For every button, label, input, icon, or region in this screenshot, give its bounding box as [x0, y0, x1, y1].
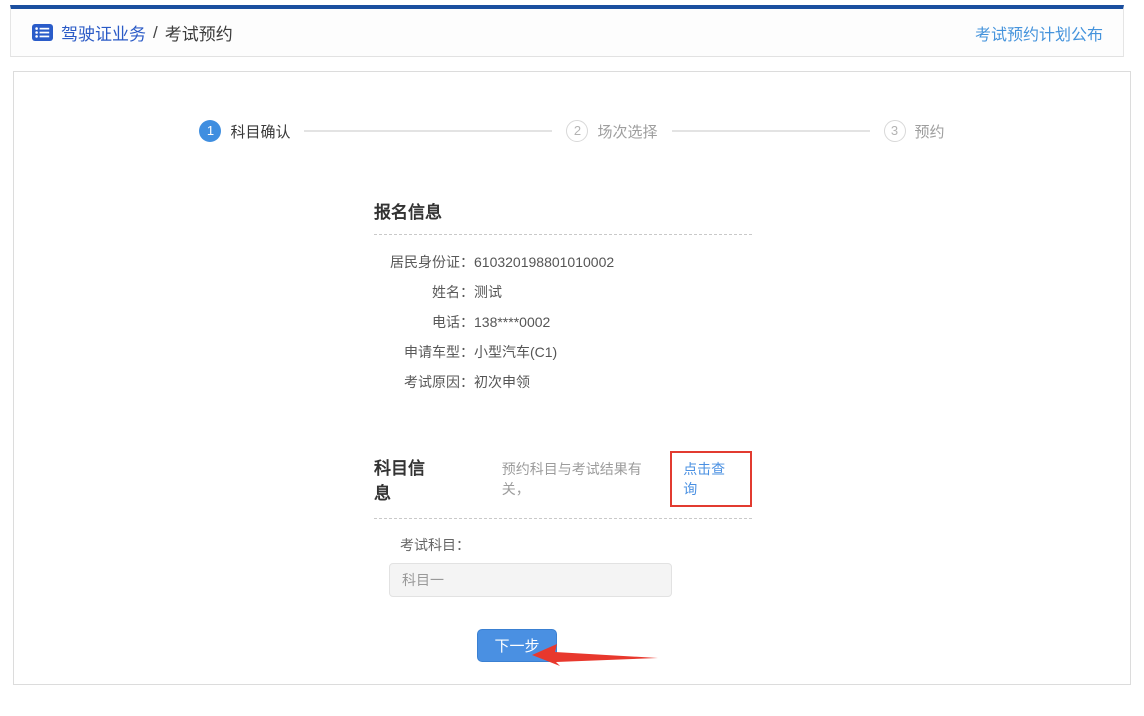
field-phone: 电话： 138****0002 [374, 307, 752, 337]
field-value: 138****0002 [474, 307, 550, 337]
step-3-circle: 3 [884, 120, 906, 142]
breadcrumb-separator: / [153, 23, 158, 43]
exam-plan-link[interactable]: 考试预约计划公布 [975, 21, 1103, 45]
step-appointment: 3 预约 [884, 120, 945, 142]
field-value: 测试 [474, 277, 502, 307]
subject-section-header: 科目信息 预约科目与考试结果有关， 点击查询 [374, 451, 752, 519]
form-content: 报名信息 居民身份证： 610320198801010002 姓名： 测试 电话… [374, 198, 752, 669]
step-2-label: 场次选择 [597, 121, 657, 142]
field-value: 小型汽车(C1) [474, 337, 557, 367]
registration-section-header: 报名信息 [374, 198, 752, 235]
step-connector [304, 130, 552, 132]
subject-section: 科目信息 预约科目与考试结果有关， 点击查询 考试科目： 下一步 [374, 451, 752, 669]
breadcrumb-section[interactable]: 驾驶证业务 [61, 20, 146, 45]
field-value: 610320198801010002 [474, 247, 614, 277]
subject-title: 科目信息 [374, 454, 442, 504]
main-panel: 1 科目确认 2 场次选择 3 预约 报名信息 居民身份证： 610320198… [13, 71, 1131, 685]
step-session-select: 2 场次选择 [566, 120, 657, 142]
field-name: 姓名： 测试 [374, 277, 752, 307]
registration-title: 报名信息 [374, 203, 442, 222]
field-label: 姓名： [374, 277, 474, 307]
step-1-circle: 1 [199, 120, 221, 142]
field-exam-reason: 考试原因： 初次申领 [374, 367, 752, 397]
field-label: 居民身份证： [374, 247, 474, 277]
step-1-label: 科目确认 [230, 121, 290, 142]
field-vehicle-type: 申请车型： 小型汽车(C1) [374, 337, 752, 367]
subject-hint: 预约科目与考试结果有关， [502, 459, 669, 499]
field-id-number: 居民身份证： 610320198801010002 [374, 247, 752, 277]
button-row: 下一步 [374, 627, 752, 669]
field-label: 电话： [374, 307, 474, 337]
exam-subject-input[interactable] [389, 563, 672, 597]
list-icon [32, 24, 53, 41]
breadcrumb-current: 考试预约 [165, 20, 233, 45]
registration-fields: 居民身份证： 610320198801010002 姓名： 测试 电话： 138… [374, 247, 752, 397]
field-label: 考试原因： [374, 367, 474, 397]
next-step-button[interactable]: 下一步 [477, 629, 557, 662]
exam-subject-label: 考试科目： [400, 535, 752, 555]
query-link-highlight-box: 点击查询 [670, 451, 752, 507]
step-2-circle: 2 [566, 120, 588, 142]
step-3-label: 预约 [915, 121, 945, 142]
step-connector [672, 130, 870, 132]
stepper: 1 科目确认 2 场次选择 3 预约 [14, 72, 1130, 142]
field-label: 申请车型： [374, 337, 474, 367]
query-link[interactable]: 点击查询 [683, 461, 725, 497]
step-subject-confirm: 1 科目确认 [199, 120, 290, 142]
field-value: 初次申领 [474, 367, 530, 397]
page-header: 驾驶证业务 / 考试预约 考试预约计划公布 [10, 5, 1124, 57]
breadcrumb: 驾驶证业务 / 考试预约 [32, 20, 233, 45]
